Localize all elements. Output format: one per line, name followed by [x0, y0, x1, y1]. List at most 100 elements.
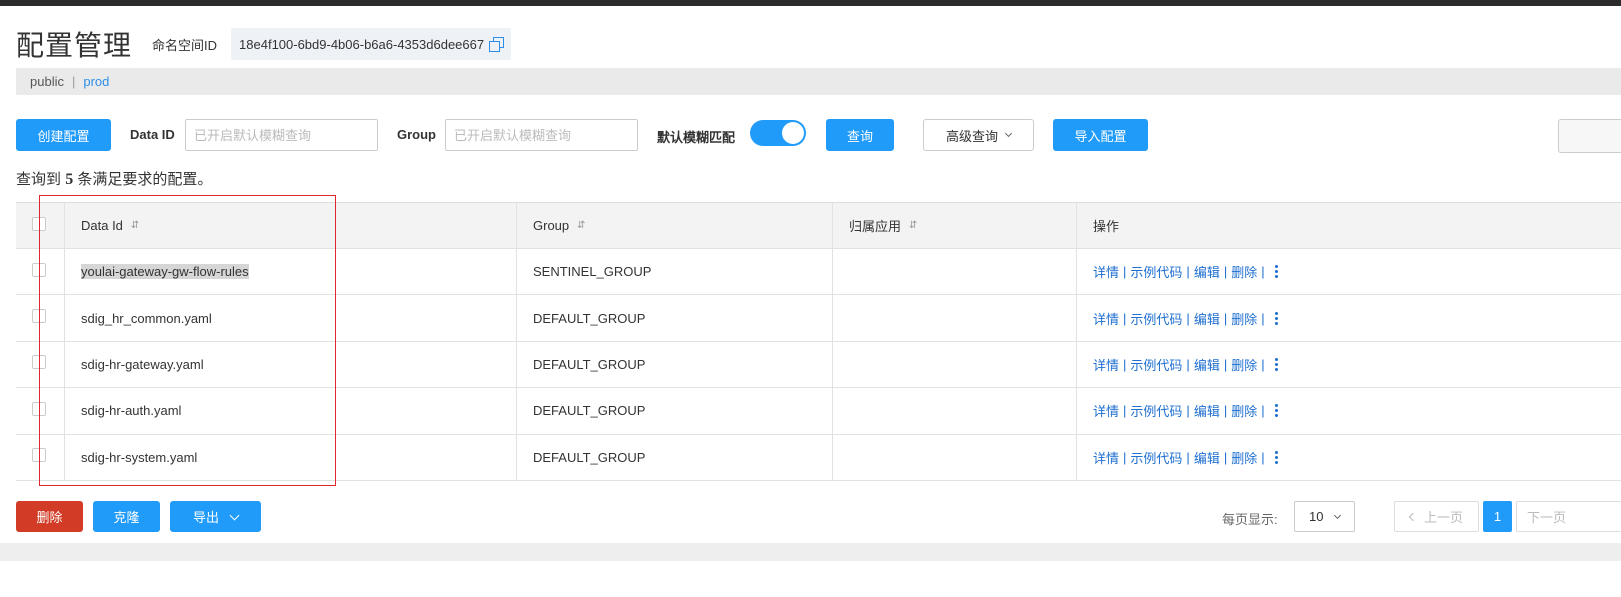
group-cell: DEFAULT_GROUP — [517, 341, 833, 388]
group-cell: DEFAULT_GROUP — [517, 388, 833, 434]
row-checkbox[interactable] — [32, 262, 46, 277]
table-row: sdig_hr_common.yaml DEFAULT_GROUP 详情 | 示例… — [16, 295, 1621, 342]
app-cell — [833, 388, 1077, 434]
group-input[interactable] — [445, 119, 638, 151]
detail-link[interactable]: 详情 — [1093, 309, 1119, 328]
edit-link[interactable]: 编辑 — [1194, 262, 1220, 281]
op-separator: | — [1223, 449, 1228, 465]
group-cell: DEFAULT_GROUP — [517, 434, 833, 480]
op-separator: | — [1123, 449, 1127, 465]
header-data-id[interactable]: Data Id ⇵ — [65, 203, 517, 248]
select-all-checkbox[interactable] — [32, 216, 46, 231]
data-id-text: youlai-gateway-gw-flow-rules — [81, 264, 249, 280]
import-config-button[interactable]: 导入配置 — [1053, 119, 1148, 151]
create-config-button[interactable]: 创建配置 — [16, 119, 111, 151]
more-icon[interactable] — [1275, 265, 1279, 279]
row-checkbox[interactable] — [32, 355, 46, 370]
header-group[interactable]: Group ⇵ — [517, 203, 833, 248]
detail-link[interactable]: 详情 — [1093, 355, 1119, 374]
header-data-id-label: Data Id — [81, 218, 123, 233]
namespace-id-box: 18e4f100-6bd9-4b06-b6a6-4353d6dee667 — [231, 28, 512, 60]
edit-link[interactable]: 编辑 — [1194, 309, 1220, 328]
edit-link[interactable]: 编辑 — [1194, 448, 1220, 467]
data-id-cell: sdig_hr_common.yaml — [65, 295, 517, 341]
sort-icon[interactable]: ⇵ — [131, 220, 139, 231]
op-separator: | — [1123, 403, 1127, 419]
toggle-knob — [782, 122, 804, 144]
result-suffix: 条满足要求的配置。 — [77, 171, 213, 188]
chevron-down-icon — [1004, 129, 1013, 138]
ops-cell: 详情 | 示例代码 | 编辑 | 删除 | — [1077, 249, 1621, 294]
dataid-input[interactable] — [185, 119, 378, 151]
per-page-label: 每页显示: — [1222, 512, 1278, 527]
namespace-label: 命名空间ID — [152, 37, 218, 53]
ops-cell: 详情 | 示例代码 | 编辑 | 删除 | — [1077, 435, 1621, 480]
batch-delete-button[interactable]: 删除 — [16, 501, 83, 532]
app-cell — [833, 341, 1077, 388]
result-summary: 查询到 5 条满足要求的配置。 — [16, 168, 212, 189]
namespace-tab-public[interactable]: public — [30, 74, 64, 89]
delete-link[interactable]: 删除 — [1231, 262, 1257, 281]
export-button[interactable]: 导出 — [170, 501, 261, 532]
namespace-tab-prod[interactable]: prod — [83, 74, 109, 89]
table-row: youlai-gateway-gw-flow-rules SENTINEL_GR… — [16, 249, 1621, 296]
sort-icon[interactable]: ⇵ — [577, 220, 585, 231]
sample-code-link[interactable]: 示例代码 — [1130, 401, 1182, 420]
more-icon[interactable] — [1275, 404, 1279, 418]
op-separator: | — [1123, 310, 1127, 326]
detail-link[interactable]: 详情 — [1093, 401, 1119, 420]
copy-icon[interactable] — [489, 37, 505, 52]
more-icon[interactable] — [1275, 311, 1279, 325]
more-icon[interactable] — [1275, 450, 1279, 464]
page-title: 配置管理 — [16, 30, 133, 61]
group-label: Group — [397, 127, 436, 142]
op-separator: | — [1186, 449, 1190, 465]
fuzzy-match-toggle[interactable] — [750, 120, 806, 146]
detail-link[interactable]: 详情 — [1093, 448, 1119, 467]
namespace-separator: | — [71, 74, 76, 89]
next-page-button[interactable]: 下一页 — [1516, 501, 1621, 532]
row-checkbox[interactable] — [32, 309, 46, 324]
delete-link[interactable]: 删除 — [1231, 448, 1257, 467]
group-cell: SENTINEL_GROUP — [517, 249, 833, 295]
result-count: 5 — [65, 171, 74, 188]
edit-link[interactable]: 编辑 — [1194, 355, 1220, 374]
sample-code-link[interactable]: 示例代码 — [1130, 355, 1182, 374]
header-group-label: Group — [533, 218, 570, 233]
op-separator: | — [1223, 356, 1228, 372]
clone-button[interactable]: 克隆 — [93, 501, 160, 532]
row-checkbox[interactable] — [32, 448, 46, 463]
edit-link[interactable]: 编辑 — [1194, 401, 1220, 420]
group-cell: DEFAULT_GROUP — [517, 295, 833, 341]
header-app[interactable]: 归属应用 ⇵ — [833, 203, 1077, 248]
ops-cell: 详情 | 示例代码 | 编辑 | 删除 | — [1077, 342, 1621, 387]
delete-link[interactable]: 删除 — [1231, 355, 1257, 374]
row-checkbox[interactable] — [32, 401, 46, 416]
prev-page-button[interactable]: 上一页 — [1394, 501, 1479, 532]
op-separator: | — [1186, 403, 1190, 419]
detail-link[interactable]: 详情 — [1093, 262, 1119, 281]
fuzzy-match-label: 默认模糊匹配 — [657, 130, 736, 145]
row-select-cell — [16, 388, 65, 434]
partial-button[interactable] — [1558, 119, 1621, 153]
op-separator: | — [1261, 356, 1265, 372]
sample-code-link[interactable]: 示例代码 — [1130, 448, 1182, 467]
row-select-cell — [16, 434, 65, 480]
per-page-select[interactable]: 10 — [1294, 501, 1355, 532]
page-1-button[interactable]: 1 — [1483, 501, 1512, 532]
search-toolbar: 创建配置 Data ID Group 默认模糊匹配 查询 高级查询 导入配置 — [16, 119, 1621, 151]
more-icon[interactable] — [1275, 357, 1279, 371]
prev-page-label: 上一页 — [1423, 510, 1463, 525]
sample-code-link[interactable]: 示例代码 — [1130, 262, 1182, 281]
footer-bar — [0, 543, 1621, 561]
op-separator: | — [1186, 264, 1190, 280]
advanced-query-button[interactable]: 高级查询 — [923, 119, 1034, 151]
header-app-label: 归属应用 — [849, 219, 902, 234]
op-separator: | — [1186, 356, 1190, 372]
app-cell — [833, 434, 1077, 480]
sort-icon[interactable]: ⇵ — [909, 220, 917, 231]
delete-link[interactable]: 删除 — [1231, 401, 1257, 420]
query-button[interactable]: 查询 — [826, 119, 894, 151]
delete-link[interactable]: 删除 — [1231, 309, 1257, 328]
sample-code-link[interactable]: 示例代码 — [1130, 309, 1182, 328]
